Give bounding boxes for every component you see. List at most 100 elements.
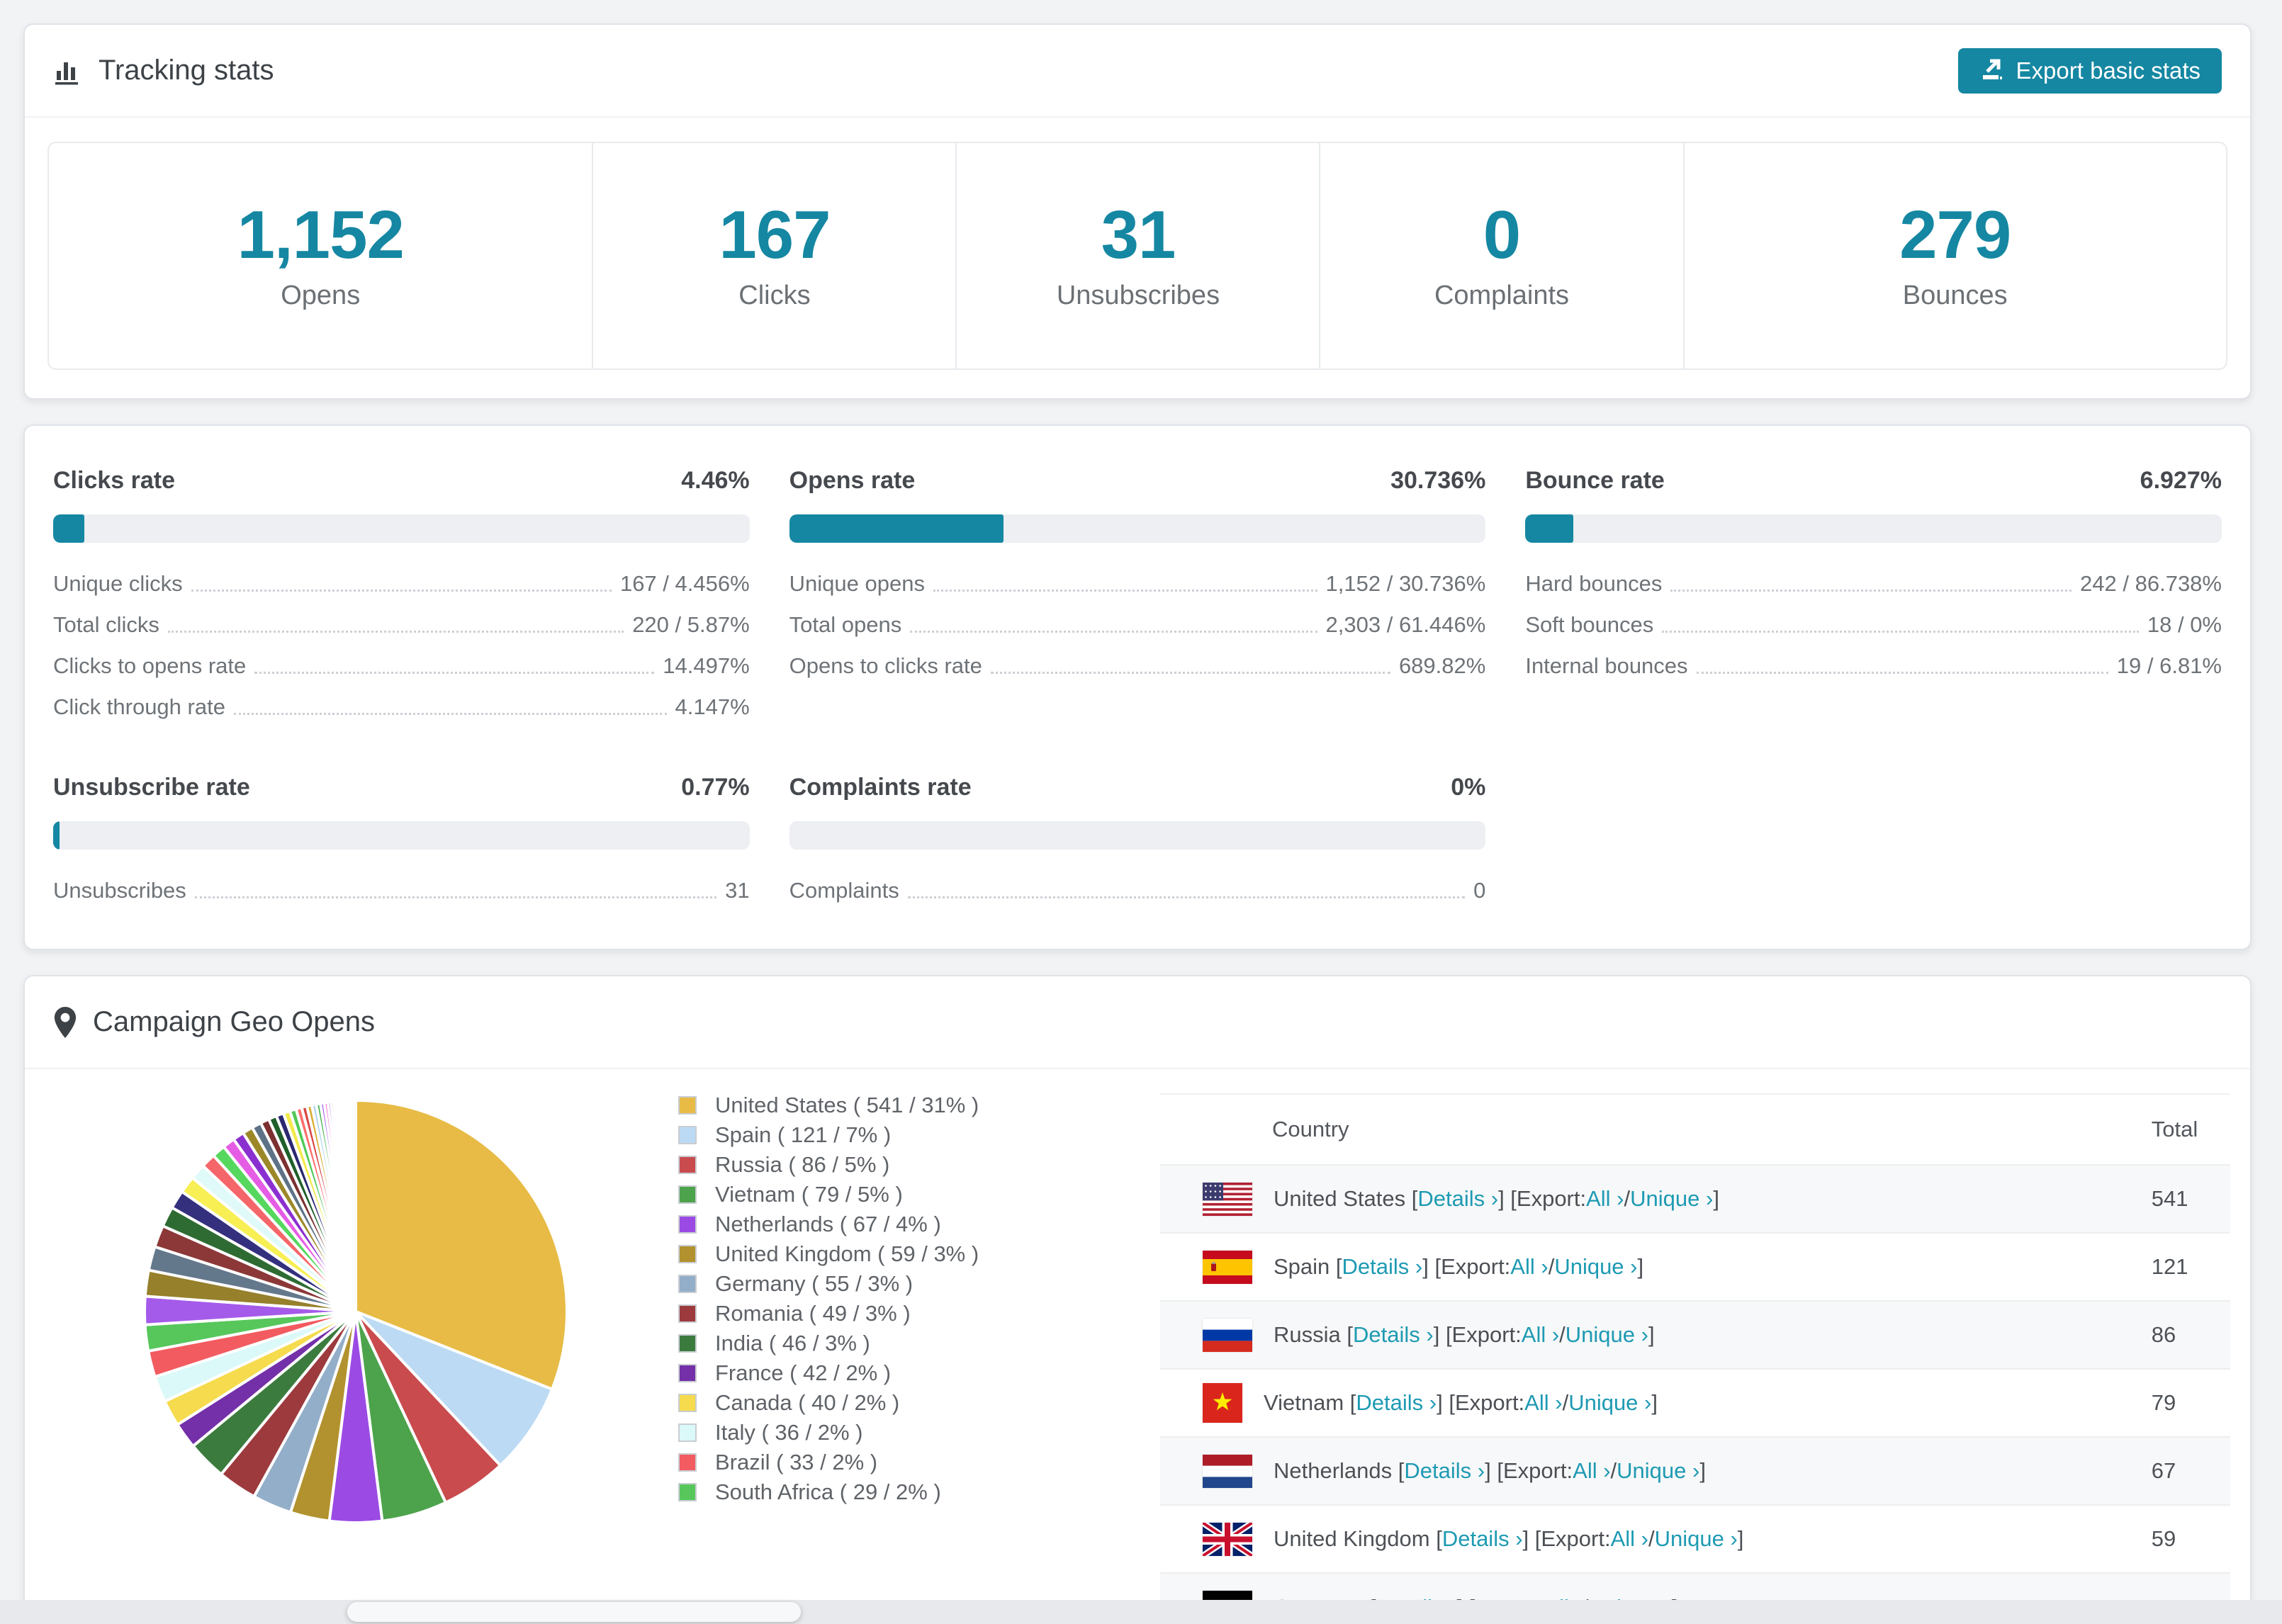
- rate-title: Clicks rate: [53, 467, 175, 494]
- legend-item[interactable]: Germany ( 55 / 3% ): [678, 1269, 979, 1299]
- export-unique-link[interactable]: Unique ›: [1554, 1254, 1637, 1280]
- rate-title: Complaints rate: [789, 774, 972, 801]
- tracking-stats-title-wrap: Tracking stats: [53, 55, 274, 86]
- dotted-leader: [167, 631, 624, 633]
- rate-detail-row: Clicks to opens rate 14.497%: [53, 652, 750, 680]
- dotted-leader: [907, 896, 1466, 898]
- rate-detail-label: Unique clicks: [53, 571, 183, 596]
- rate-detail-row: Click through rate 4.147%: [53, 693, 750, 721]
- country-total: 79: [2151, 1390, 2176, 1415]
- rate-progress-fill: [53, 514, 84, 543]
- tracking-stats-page: Tracking stats Export basic stats 1,152 …: [0, 0, 2282, 1608]
- export-all-link[interactable]: All ›: [1524, 1390, 1562, 1416]
- stat-value: 0: [1483, 196, 1521, 273]
- export-all-link[interactable]: All ›: [1573, 1458, 1610, 1484]
- horizontal-scrollbar[interactable]: [0, 1600, 2282, 1624]
- column-header-total: Total: [2151, 1117, 2198, 1141]
- tracking-stats-header: Tracking stats Export basic stats: [25, 25, 2250, 118]
- horizontal-scrollbar-thumb[interactable]: [347, 1602, 801, 1622]
- details-link[interactable]: Details ›: [1342, 1254, 1423, 1280]
- legend-item[interactable]: France ( 42 / 2% ): [678, 1358, 979, 1388]
- legend-color-swatch: [678, 1453, 697, 1472]
- export-unique-link[interactable]: Unique ›: [1630, 1186, 1713, 1212]
- geo-opens-body: United States ( 541 / 31% ) Spain ( 121 …: [25, 1069, 2250, 1606]
- dotted-leader: [1670, 590, 2072, 592]
- details-link[interactable]: Details ›: [1356, 1390, 1437, 1416]
- export-all-link[interactable]: All ›: [1510, 1254, 1548, 1280]
- rate-block: Complaints rate 0% Complaints 0: [789, 774, 1486, 905]
- bar-chart-icon: [53, 56, 83, 86]
- rate-progress-bar: [1525, 514, 2222, 543]
- rate-detail-label: Unique opens: [789, 571, 925, 596]
- legend-item[interactable]: Brazil ( 33 / 2% ): [678, 1448, 979, 1477]
- tracking-stats-body: 1,152 Opens 167 Clicks 31 Unsubscribes 0…: [25, 118, 2250, 398]
- export-unique-link[interactable]: Unique ›: [1568, 1390, 1651, 1416]
- details-link[interactable]: Details ›: [1417, 1186, 1498, 1212]
- rate-progress-bar: [53, 514, 750, 543]
- legend-color-swatch: [678, 1096, 697, 1115]
- legend-label: Russia ( 86 / 5% ): [715, 1152, 890, 1177]
- export-unique-link[interactable]: Unique ›: [1617, 1458, 1699, 1484]
- rate-detail-value: 689.82%: [1398, 653, 1486, 678]
- country-name: Netherlands: [1274, 1458, 1393, 1483]
- legend-label: United States ( 541 / 31% ): [715, 1093, 979, 1117]
- rate-detail-label: Clicks to opens rate: [53, 653, 247, 678]
- legend-item[interactable]: Netherlands ( 67 / 4% ): [678, 1209, 979, 1239]
- legend-label: Vietnam ( 79 / 5% ): [715, 1182, 903, 1207]
- export-basic-stats-button[interactable]: Export basic stats: [1957, 47, 2222, 94]
- legend-color-swatch: [678, 1364, 697, 1382]
- country-flag-icon: [1203, 1522, 1252, 1556]
- details-link[interactable]: Details ›: [1442, 1526, 1523, 1552]
- legend-item[interactable]: India ( 46 / 3% ): [678, 1329, 979, 1358]
- legend-color-swatch: [678, 1423, 697, 1442]
- rate-progress-bar: [789, 514, 1486, 543]
- tracking-stats-card: Tracking stats Export basic stats 1,152 …: [23, 23, 2252, 400]
- legend-item[interactable]: United Kingdom ( 59 / 3% ): [678, 1239, 979, 1269]
- legend-color-swatch: [678, 1394, 697, 1412]
- rate-detail-row: Total clicks 220 / 5.87%: [53, 611, 750, 639]
- export-all-link[interactable]: All ›: [1586, 1186, 1624, 1212]
- dotted-leader: [1662, 631, 2139, 633]
- legend-label: Italy ( 36 / 2% ): [715, 1420, 863, 1445]
- rate-detail-value: 242 / 86.738%: [2080, 571, 2222, 596]
- dotted-leader: [910, 631, 1317, 633]
- legend-color-swatch: [678, 1275, 697, 1293]
- details-link[interactable]: Details ›: [1353, 1322, 1434, 1348]
- rate-progress-fill: [1525, 514, 1574, 543]
- rate-detail-label: Opens to clicks rate: [789, 653, 982, 678]
- stats-summary-row: 1,152 Opens 167 Clicks 31 Unsubscribes 0…: [47, 142, 2227, 370]
- legend-item[interactable]: Canada ( 40 / 2% ): [678, 1388, 979, 1418]
- pie-legend: United States ( 541 / 31% ) Spain ( 121 …: [678, 1090, 979, 1507]
- rate-detail-row: Unsubscribes 31: [53, 876, 750, 905]
- legend-color-swatch: [678, 1304, 697, 1323]
- rate-title: Unsubscribe rate: [53, 774, 250, 801]
- dotted-leader: [191, 590, 612, 592]
- export-unique-link[interactable]: Unique ›: [1566, 1322, 1648, 1348]
- legend-item[interactable]: South Africa ( 29 / 2% ): [678, 1477, 979, 1507]
- legend-label: Germany ( 55 / 3% ): [715, 1271, 914, 1296]
- rates-card: Clicks rate 4.46% Unique clicks 167 / 4.…: [23, 424, 2252, 950]
- legend-item[interactable]: Spain ( 121 / 7% ): [678, 1120, 979, 1150]
- export-all-link[interactable]: All ›: [1611, 1526, 1648, 1552]
- legend-item[interactable]: United States ( 541 / 31% ): [678, 1090, 979, 1120]
- details-link[interactable]: Details ›: [1404, 1458, 1485, 1484]
- dotted-leader: [933, 590, 1317, 592]
- stat-label: Clicks: [738, 280, 811, 310]
- country-flag-icon: [1203, 1250, 1252, 1284]
- rate-detail-row: Internal bounces 19 / 6.81%: [1525, 652, 2222, 680]
- dotted-leader: [194, 896, 717, 898]
- legend-item[interactable]: Vietnam ( 79 / 5% ): [678, 1180, 979, 1209]
- stat-cell: 0 Complaints: [1319, 143, 1682, 368]
- country-total: 59: [2151, 1526, 2176, 1551]
- pie-slice-other-39[interactable]: [353, 1098, 357, 1312]
- export-unique-link[interactable]: Unique ›: [1655, 1526, 1738, 1552]
- legend-item[interactable]: Italy ( 36 / 2% ): [678, 1418, 979, 1448]
- legend-color-swatch: [678, 1185, 697, 1204]
- stat-cell: 1,152 Opens: [49, 143, 592, 368]
- export-all-link[interactable]: All ›: [1522, 1322, 1559, 1348]
- legend-item[interactable]: Russia ( 86 / 5% ): [678, 1150, 979, 1180]
- rate-value: 6.927%: [2140, 467, 2222, 494]
- rate-value: 0.77%: [681, 774, 750, 801]
- rate-value: 30.736%: [1390, 467, 1486, 494]
- legend-item[interactable]: Romania ( 49 / 3% ): [678, 1299, 979, 1329]
